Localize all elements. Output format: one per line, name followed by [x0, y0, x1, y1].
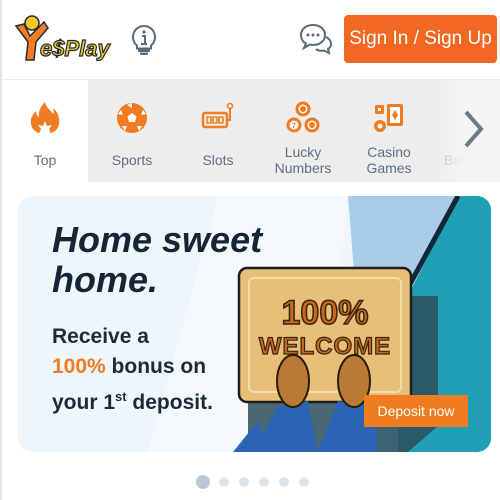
header: e$Play Sign In / Sign Up: [2, 0, 500, 80]
soccer-ball-icon: [112, 98, 152, 138]
carousel-dot-1[interactable]: [196, 475, 210, 489]
fire-icon: [25, 98, 65, 138]
nav-label: Bet: [444, 152, 466, 168]
subtext-line3-b: deposit.: [126, 391, 213, 414]
carousel-dots: [2, 474, 500, 492]
yesplay-logo[interactable]: e$Play: [14, 14, 114, 66]
promo-banner[interactable]: 100% WELCOME Home sweet home. Receive a …: [18, 196, 491, 452]
nav-label: Casino Games: [346, 144, 432, 176]
ordinal-suffix: st: [115, 389, 127, 404]
nav-label: Slots: [202, 152, 234, 168]
headline-line1: Home sweet: [52, 219, 263, 260]
nav-item-sports[interactable]: Sports: [88, 80, 176, 182]
mat-text-welcome: WELCOME: [259, 333, 391, 360]
nav-label: Sports: [111, 152, 153, 168]
subtext-line3-a: your 1: [52, 391, 116, 414]
slot-machine-icon: [198, 98, 238, 138]
nav-item-slots[interactable]: Slots: [176, 80, 260, 182]
casino-cards-icon: [369, 98, 409, 138]
nav-label: Lucky Numbers: [260, 144, 346, 176]
lottery-balls-icon: 7: [283, 98, 323, 138]
chat-bubbles-icon[interactable]: [299, 22, 333, 56]
banner-subtext: Receive a 100% bonus on your 1st deposit…: [52, 322, 213, 418]
banner-headline: Home sweet home.: [52, 220, 262, 300]
carousel-dot-5[interactable]: [279, 477, 289, 487]
svg-text:e$Play: e$Play: [40, 36, 111, 61]
nav-label-line2: Numbers: [274, 160, 332, 176]
mat-text-100: 100%: [282, 294, 369, 332]
nav-label: Top: [33, 152, 57, 168]
nav-item-top[interactable]: Top: [2, 80, 88, 182]
carousel-dot-2[interactable]: [219, 477, 229, 487]
headline-line2: home.: [52, 259, 159, 300]
subtext-line2: 100% bonus on: [52, 352, 213, 382]
carousel-dot-6[interactable]: [299, 477, 309, 487]
nav-item-casino-games[interactable]: Casino Games: [346, 80, 432, 182]
page: e$Play Sign In / Sign Up Top Sports Slot…: [0, 0, 500, 500]
subtext-line1: Receive a: [52, 325, 149, 348]
nav-item-lucky-numbers[interactable]: 7 Lucky Numbers: [260, 80, 346, 182]
nav-label-line2: Games: [366, 160, 412, 176]
carousel-dot-3[interactable]: [239, 477, 249, 487]
subtext-line3: your 1st deposit.: [52, 382, 213, 418]
nav-label-line1: Lucky: [284, 144, 322, 160]
carousel-dot-4[interactable]: [259, 477, 269, 487]
svg-text:7: 7: [292, 123, 296, 130]
chevron-right-icon[interactable]: [462, 108, 486, 150]
nav-label-line1: Casino: [367, 144, 411, 160]
lightbulb-info-icon[interactable]: [130, 24, 158, 56]
bonus-percent: 100%: [52, 355, 106, 378]
subtext-line2-rest: bonus on: [105, 355, 207, 378]
category-nav: Top Sports Slots 7 Lucky Numbers Casino …: [2, 80, 500, 182]
deposit-now-button[interactable]: Deposit now: [364, 395, 468, 427]
sign-in-sign-up-button[interactable]: Sign In / Sign Up: [344, 15, 497, 63]
